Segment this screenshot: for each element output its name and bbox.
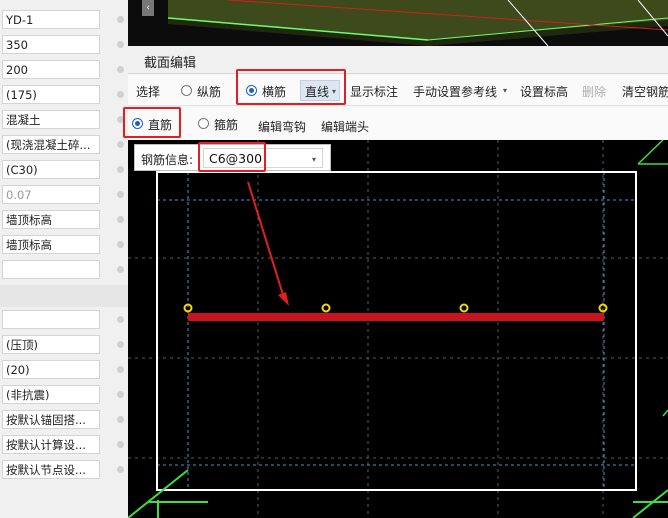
green-cut-line	[637, 140, 664, 165]
property-option-icon[interactable]	[117, 166, 124, 173]
dialog-title: 截面编辑	[144, 56, 197, 71]
line-mode-dropdown[interactable]: 直线 ▾	[300, 80, 340, 101]
straight-radio[interactable]	[132, 118, 143, 129]
chevron-down-icon[interactable]: ▾	[503, 86, 507, 95]
property-value-field[interactable]: 按默认节点设...	[2, 460, 100, 479]
property-option-icon[interactable]	[117, 266, 124, 273]
property-option-icon[interactable]	[117, 216, 124, 223]
property-option-icon[interactable]	[117, 91, 124, 98]
longitudinal-radio[interactable]	[181, 85, 192, 96]
property-value-field[interactable]: 墙顶标高	[2, 210, 100, 229]
property-value-field[interactable]	[2, 260, 100, 279]
property-value-field[interactable]: 200	[2, 60, 100, 79]
toolbar-main: 选择 纵筋 横筋 直线 ▾ 显示标注 手动设置参考线 ▾ 设置标高 删除 清空钢…	[128, 69, 668, 106]
property-option-icon[interactable]	[117, 241, 124, 248]
highlight-rebar-info	[198, 142, 266, 172]
chevron-down-icon: ▾	[312, 155, 317, 164]
property-value-field[interactable]: (20)	[2, 360, 100, 379]
straight-label[interactable]: 直筋	[148, 116, 172, 133]
property-option-icon[interactable]	[117, 141, 124, 148]
property-value-field[interactable]	[2, 310, 100, 329]
annotation-arrow	[247, 181, 285, 299]
line-mode-value: 直线	[305, 85, 330, 99]
model-3d-view[interactable]: ‹	[128, 0, 668, 46]
transverse-label[interactable]: 横筋	[262, 83, 286, 100]
property-option-icon[interactable]	[117, 441, 124, 448]
annotation-arrowhead	[278, 292, 289, 306]
toolbar-rebar-type: 直筋 箍筋 编辑弯钩 编辑端头	[123, 107, 668, 139]
section-outline	[156, 171, 637, 491]
property-option-icon[interactable]	[117, 391, 124, 398]
property-value-field[interactable]: 混凝土	[2, 110, 100, 129]
longitudinal-label[interactable]: 纵筋	[197, 83, 221, 100]
stirrup-label[interactable]: 箍筋	[214, 116, 238, 133]
section-canvas[interactable]: 钢筋信息: C6@300 ▾	[128, 140, 668, 518]
property-option-icon[interactable]	[117, 366, 124, 373]
property-value-field[interactable]: 墙顶标高	[2, 235, 100, 254]
property-value-field[interactable]: 按默认计算设...	[2, 435, 100, 454]
transverse-radio[interactable]	[246, 85, 257, 96]
stirrup-radio[interactable]	[198, 118, 209, 129]
property-option-icon[interactable]	[117, 341, 124, 348]
property-value-field[interactable]: (C30)	[2, 160, 100, 179]
clear-rebar-button[interactable]: 清空钢筋	[622, 83, 668, 100]
chevron-down-icon: ▾	[332, 87, 337, 96]
property-option-icon[interactable]	[117, 66, 124, 73]
property-option-icon[interactable]	[117, 41, 124, 48]
dialog-titlebar[interactable]: 截面编辑	[128, 46, 668, 74]
property-value-field[interactable]: YD-1	[2, 10, 100, 29]
property-value-field[interactable]: (175)	[2, 85, 100, 104]
property-value-field[interactable]: (现浇混凝土碎...	[2, 135, 100, 154]
property-value-field[interactable]: (非抗震)	[2, 385, 100, 404]
green-cut-line	[632, 489, 668, 518]
select-button[interactable]: 选择	[136, 83, 160, 100]
collapse-arrow-icon[interactable]: ‹	[142, 0, 154, 16]
property-group-separator	[0, 285, 128, 307]
rebar-info-label: 钢筋信息:	[141, 153, 194, 167]
edit-end-button[interactable]: 编辑端头	[321, 118, 369, 135]
edit-hook-button[interactable]: 编辑弯钩	[258, 118, 306, 135]
snap-point[interactable]	[321, 303, 331, 313]
show-dimension-button[interactable]: 显示标注	[350, 83, 398, 100]
property-panel: YD-1 350 200 (175) 混凝土 (现浇混凝土碎... (C30) 0.07 墙顶标…	[0, 0, 128, 518]
set-elevation-button[interactable]: 设置标高	[520, 83, 568, 100]
property-option-icon[interactable]	[117, 16, 124, 23]
section-edit-dialog: 截面编辑 选择 纵筋 横筋 直线 ▾ 显示标注 手动设置参考线 ▾ 设置标高 删…	[123, 46, 668, 518]
section-drawing	[128, 140, 668, 518]
wall-3d-face	[168, 0, 668, 40]
property-option-icon[interactable]	[117, 316, 124, 323]
property-option-icon[interactable]	[117, 416, 124, 423]
snap-point[interactable]	[459, 303, 469, 313]
property-value-field[interactable]: 0.07	[2, 185, 100, 204]
property-value-field[interactable]: 350	[2, 35, 100, 54]
delete-button[interactable]: 删除	[582, 83, 606, 100]
green-cut-line	[662, 409, 668, 417]
property-value-field[interactable]: 按默认锚固搭...	[2, 410, 100, 429]
property-value-field[interactable]: (压顶)	[2, 335, 100, 354]
property-option-icon[interactable]	[117, 466, 124, 473]
model-3d-drawing	[167, 0, 668, 46]
property-option-icon[interactable]	[117, 191, 124, 198]
manual-ref-line-button[interactable]: 手动设置参考线	[413, 83, 497, 100]
